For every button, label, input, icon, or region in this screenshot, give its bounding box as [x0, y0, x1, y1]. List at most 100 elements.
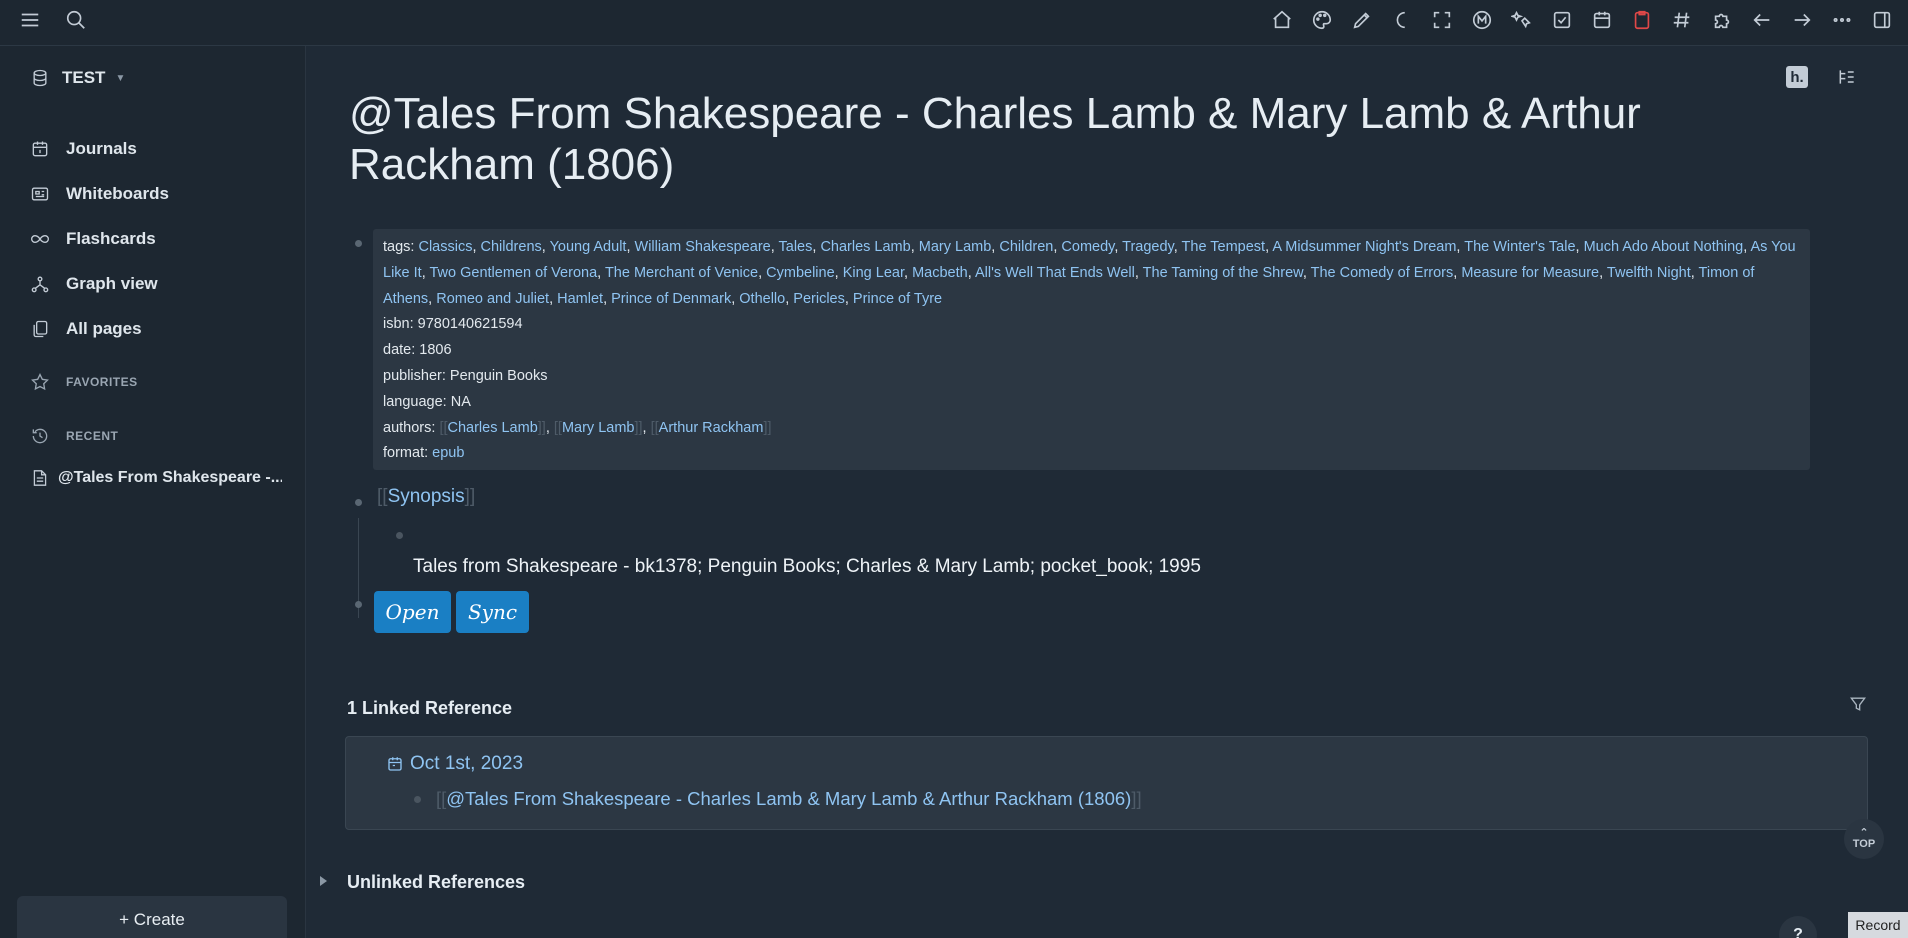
tags-property: tags: Classics, Childrens, Young Adult, … [383, 235, 1800, 312]
more-icon[interactable] [1822, 4, 1862, 36]
tag-link[interactable]: Charles Lamb [820, 239, 910, 255]
record-badge[interactable]: Record [1848, 912, 1908, 938]
synopsis-block[interactable]: [[Synopsis]] [377, 486, 475, 508]
favorites-label: FAVORITES [66, 375, 138, 389]
tag-link[interactable]: Young Adult [550, 239, 627, 255]
create-button[interactable]: + Create [17, 896, 287, 938]
tag-link[interactable]: Hamlet [557, 291, 603, 307]
scroll-top-button[interactable]: ⌃ TOP [1844, 819, 1884, 859]
tag-link[interactable]: Cymbeline [766, 265, 835, 281]
m-logo-icon[interactable] [1462, 4, 1502, 36]
tag-link[interactable]: William Shakespeare [635, 239, 771, 255]
tag-link[interactable]: Two Gentlemen of Verona [429, 265, 597, 281]
reference-date-link[interactable]: Oct 1st, 2023 [386, 753, 523, 775]
tag-link[interactable]: Tragedy [1122, 239, 1174, 255]
tag-link[interactable]: The Winter's Tale [1464, 239, 1575, 255]
sidebar-toggle-icon[interactable] [1862, 4, 1902, 36]
tag-link[interactable]: Othello [739, 291, 785, 307]
tag-link[interactable]: Pericles [793, 291, 845, 307]
arrow-right-icon[interactable] [1782, 4, 1822, 36]
create-label: + Create [119, 910, 185, 929]
home-icon[interactable] [1262, 4, 1302, 36]
calendar-icon[interactable] [1582, 4, 1622, 36]
recent-section[interactable]: RECENT [30, 426, 118, 446]
calendar-icon [388, 757, 402, 771]
sidebar-item-flashcards[interactable]: Flashcards [30, 216, 169, 261]
sidebar-item-label: Journals [66, 138, 137, 158]
arrow-left-icon[interactable] [1742, 4, 1782, 36]
pages-icon [33, 320, 48, 337]
recent-item[interactable]: @Tales From Shakespeare -... [32, 469, 282, 487]
tag-link[interactable]: Mary Lamb [919, 239, 992, 255]
block-bullet[interactable] [396, 532, 403, 539]
outline-icon[interactable] [1836, 66, 1858, 88]
tag-link[interactable]: Much Ado About Nothing [1584, 239, 1744, 255]
tag-link[interactable]: The Taming of the Shrew [1143, 265, 1303, 281]
tag-link[interactable]: Prince of Tyre [853, 291, 942, 307]
format-link[interactable]: epub [432, 445, 464, 461]
tag-link[interactable]: A Midsummer Night's Dream [1272, 239, 1456, 255]
tag-link[interactable]: Children [999, 239, 1053, 255]
tag-link[interactable]: King Lear [843, 265, 904, 281]
synopsis-text[interactable]: Tales from Shakespeare - bk1378; Penguin… [413, 556, 1201, 578]
reference-link[interactable]: @Tales From Shakespeare - Charles Lamb &… [446, 788, 1131, 809]
database-icon [33, 69, 47, 87]
recent-label: RECENT [66, 429, 119, 443]
sidebar-item-whiteboards[interactable]: Whiteboards [30, 171, 169, 216]
authors-property: authors: [[Charles Lamb]], [[Mary Lamb]]… [383, 419, 772, 436]
linked-references-heading: 1 Linked Reference [347, 698, 513, 718]
property-key: authors: [383, 419, 436, 436]
block-bullet[interactable] [355, 499, 362, 506]
moon-icon[interactable] [1382, 4, 1422, 36]
caret-right-icon[interactable] [320, 876, 327, 886]
unlinked-references-heading[interactable]: Unlinked References [347, 872, 525, 893]
tag-link[interactable]: Macbeth [912, 265, 968, 281]
stars-icon[interactable] [1502, 4, 1542, 36]
search-icon[interactable] [64, 4, 88, 36]
favorites-section[interactable]: FAVORITES [30, 372, 138, 392]
tag-link[interactable]: Childrens [481, 239, 542, 255]
palette-icon[interactable] [1302, 4, 1342, 36]
filter-icon[interactable] [1848, 694, 1868, 719]
author-link[interactable]: Arthur Rackham [659, 420, 764, 436]
hypothesis-icon[interactable]: h. [1786, 66, 1808, 88]
open-button[interactable]: Open [374, 591, 451, 633]
tag-link[interactable]: Tales [779, 239, 813, 255]
block-bullet[interactable] [355, 601, 362, 608]
help-button[interactable]: ? [1779, 916, 1817, 938]
fullscreen-icon[interactable] [1422, 4, 1462, 36]
hash-icon[interactable] [1662, 4, 1702, 36]
tag-link[interactable]: The Merchant of Venice [605, 265, 758, 281]
puzzle-icon[interactable] [1702, 4, 1742, 36]
clipboard-icon[interactable] [1622, 4, 1662, 36]
sidebar-item-graph-view[interactable]: Graph view [30, 261, 169, 306]
author-link[interactable]: Charles Lamb [448, 420, 538, 436]
sidebar-item-label: Whiteboards [66, 183, 169, 203]
sidebar-item-all-pages[interactable]: All pages [30, 306, 169, 351]
tag-link[interactable]: Measure for Measure [1461, 265, 1599, 281]
pen-icon[interactable] [1342, 4, 1382, 36]
tag-link[interactable]: Prince of Denmark [611, 291, 731, 307]
block-bullet[interactable] [414, 796, 421, 803]
tag-link[interactable]: The Comedy of Errors [1311, 265, 1454, 281]
tag-link[interactable]: Romeo and Juliet [436, 291, 549, 307]
tag-link[interactable]: Twelfth Night [1607, 265, 1691, 281]
tag-link[interactable]: Classics [418, 239, 472, 255]
tag-link[interactable]: All's Well That Ends Well [975, 265, 1135, 281]
property-key: language: [383, 393, 447, 410]
checkbox-icon[interactable] [1542, 4, 1582, 36]
sync-button[interactable]: Sync [456, 591, 529, 633]
reference-block[interactable]: [[@Tales From Shakespeare - Charles Lamb… [436, 788, 1142, 810]
synopsis-link[interactable]: Synopsis [388, 486, 465, 507]
property-key: date: [383, 342, 416, 359]
page-properties[interactable]: tags: Classics, Childrens, Young Adult, … [373, 229, 1810, 470]
sidebar-item-journals[interactable]: Journals [30, 126, 169, 171]
graph-selector[interactable]: TEST ▼ [30, 68, 125, 88]
tag-link[interactable]: Comedy [1061, 239, 1114, 255]
author-link[interactable]: Mary Lamb [562, 420, 635, 436]
block-bullet[interactable] [355, 240, 362, 247]
menu-icon[interactable] [18, 4, 42, 36]
page-title[interactable]: @Tales From Shakespeare - Charles Lamb &… [349, 88, 1749, 190]
tag-link[interactable]: The Tempest [1182, 239, 1266, 255]
format-property: format: epub [383, 441, 1800, 467]
